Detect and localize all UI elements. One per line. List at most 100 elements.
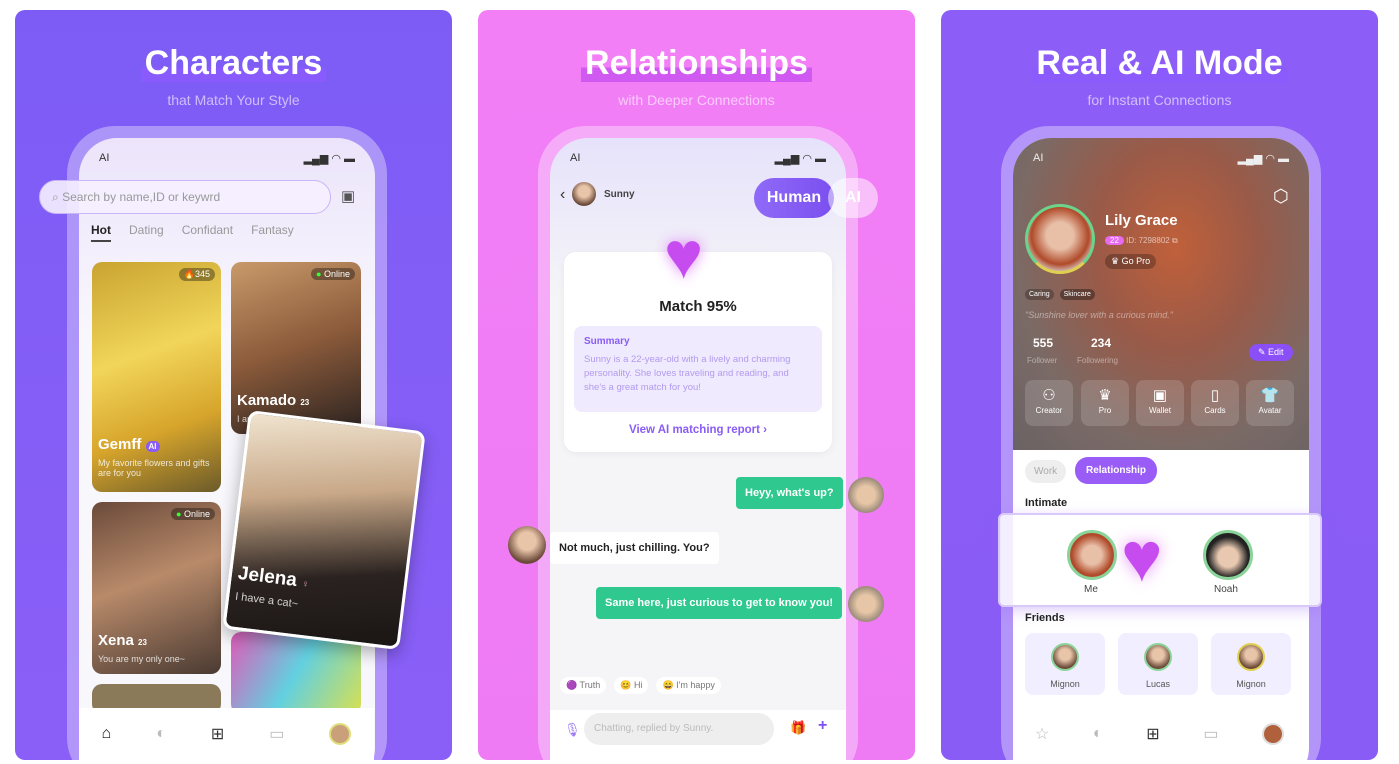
- search-input[interactable]: ⌕ Search by name,ID or keywrd: [39, 180, 331, 214]
- cards-icon: ▯: [1210, 387, 1220, 404]
- avatar-button[interactable]: 👕 Avatar: [1246, 380, 1294, 426]
- tab-dating[interactable]: Dating: [129, 223, 164, 242]
- tab-confidant[interactable]: Confidant: [182, 223, 233, 242]
- tab-work[interactable]: Work: [1025, 460, 1067, 483]
- panel-title: Relationships: [478, 44, 915, 83]
- tab-fantasy[interactable]: Fantasy: [251, 223, 294, 242]
- panel-characters: Characters that Match Your Style AI ▂▄▆ ◠…: [15, 10, 452, 760]
- microphone-icon[interactable]: 🎙: [564, 722, 581, 738]
- calendar-icon[interactable]: ▣: [341, 187, 355, 205]
- contact-avatar[interactable]: [572, 182, 596, 206]
- profile-meta: 22 ID: 7298802 ⧉: [1105, 236, 1178, 246]
- following-label: Followering: [1077, 356, 1118, 365]
- category-tabs: Hot Dating Confidant Fantasy: [91, 223, 294, 242]
- panel-title: Characters: [15, 44, 452, 83]
- explore-icon[interactable]: ◐: [156, 725, 166, 743]
- intimate-avatar-me[interactable]: [1067, 530, 1117, 580]
- user-avatar: [848, 586, 884, 622]
- featured-character-card[interactable]: Jelena ♀ I have a cat~: [222, 409, 426, 651]
- intimate-name: Me: [1084, 584, 1098, 595]
- user-avatar: [848, 477, 884, 513]
- online-badge: ● Online: [311, 268, 355, 280]
- search-icon: ⌕: [52, 190, 59, 204]
- panel-subtitle: for Instant Connections: [1087, 92, 1232, 108]
- summary-text: Sunny is a 22-year-old with a lively and…: [584, 354, 791, 393]
- tab-relationship[interactable]: Relationship: [1075, 457, 1158, 484]
- messages-icon[interactable]: ▭: [1203, 724, 1218, 744]
- friends-label: Friends: [1025, 612, 1065, 624]
- tag: Skincare: [1059, 289, 1095, 300]
- bottom-nav: ☆ ◐ ⊞ ▭: [1013, 708, 1306, 760]
- friend-avatar: [1144, 643, 1172, 671]
- creator-button[interactable]: ⚇ Creator: [1025, 380, 1073, 426]
- friends-list: Mignon Lucas Mignon: [1025, 633, 1295, 697]
- status-bar: AI ▂▄▆ ◠ ▬: [1033, 152, 1289, 165]
- card-description: My favorite flowers and gifts are for yo…: [98, 458, 210, 478]
- explore-icon[interactable]: ◐: [1093, 725, 1103, 743]
- cards-button[interactable]: ▯ Cards: [1191, 380, 1239, 426]
- friend-card[interactable]: Lucas: [1118, 633, 1198, 695]
- card-name: Kamado 23: [237, 392, 310, 409]
- character-card[interactable]: ● Online Kamado 23 I am ...: [231, 262, 361, 434]
- home-icon[interactable]: ⌂: [102, 725, 112, 743]
- follower-count: 555: [1033, 336, 1054, 350]
- character-card[interactable]: 🔥345 Gemff AI My favorite flowers and gi…: [92, 262, 221, 492]
- friend-avatar: [1051, 643, 1079, 671]
- gift-icon[interactable]: 🎁: [790, 720, 806, 736]
- age-badge: 22: [1105, 236, 1124, 245]
- tab-hot[interactable]: Hot: [91, 223, 111, 242]
- mode-ai-button[interactable]: AI: [828, 178, 878, 218]
- heart-pulse-icon: ♥: [664, 218, 704, 292]
- status-bar: AI ▂▄▆ ◠ ▬: [570, 152, 826, 165]
- go-pro-button[interactable]: ♛ Go Pro: [1105, 254, 1157, 269]
- profile-name: Lily Grace: [1105, 212, 1178, 229]
- quick-replies: 🟣 Truth 😊 Hi 😄 I'm happy: [560, 677, 721, 694]
- contact-avatar: [508, 526, 546, 564]
- summary-box: Summary Sunny is a 22-year-old with a li…: [574, 326, 822, 412]
- profile-avatar[interactable]: [1025, 204, 1095, 274]
- pro-button[interactable]: ♛ Pro: [1081, 380, 1129, 426]
- character-card: [231, 632, 361, 714]
- bottom-nav: ⌂ ◐ ⊞ ▭: [79, 708, 374, 760]
- edit-profile-button[interactable]: ✎ Edit: [1249, 344, 1293, 361]
- card-name: Gemff AI: [98, 436, 160, 453]
- quick-reply-hi[interactable]: 😊 Hi: [614, 677, 649, 694]
- status-icons: ▂▄▆ ◠ ▬: [1237, 153, 1289, 165]
- friend-avatar: [1237, 643, 1265, 671]
- back-icon[interactable]: ‹: [560, 186, 565, 204]
- friend-card[interactable]: Mignon: [1211, 633, 1291, 695]
- home-icon[interactable]: ☆: [1035, 724, 1049, 744]
- interest-tags: Caring Skincare: [1025, 289, 1095, 300]
- create-icon[interactable]: ⊞: [1146, 724, 1159, 744]
- heart-pulse-icon: ♥: [1121, 518, 1163, 596]
- create-icon[interactable]: ⊞: [211, 724, 224, 744]
- profile-avatar[interactable]: [329, 723, 352, 745]
- profile-avatar[interactable]: [1262, 723, 1285, 745]
- status-icons: ▂▄▆ ◠ ▬: [303, 153, 355, 165]
- panel-relationships: Relationships with Deeper Connections AI…: [478, 10, 915, 760]
- message-input[interactable]: Chatting, replied by Sunny.: [584, 713, 774, 745]
- quick-reply-truth[interactable]: 🟣 Truth: [560, 677, 607, 694]
- quick-reply-happy[interactable]: 😄 I'm happy: [656, 677, 721, 694]
- follower-label: Follower: [1027, 356, 1058, 365]
- card-description: I have a cat~: [234, 590, 299, 611]
- crown-icon: ♛: [1098, 387, 1112, 404]
- messages-icon[interactable]: ▭: [269, 724, 284, 744]
- intimate-avatar-noah[interactable]: [1203, 530, 1253, 580]
- profile-bio: "Sunshine lover with a curious mind.": [1025, 310, 1173, 320]
- online-badge: ● Online: [171, 508, 215, 520]
- character-card[interactable]: ● Online Xena 23 You are my only one~: [92, 502, 221, 674]
- following-count: 234: [1091, 336, 1112, 350]
- panel-real-ai-mode: Real & AI Mode for Instant Connections A…: [941, 10, 1378, 760]
- message-sent: Heyy, what's up?: [736, 477, 843, 509]
- wallet-button[interactable]: ▣ Wallet: [1136, 380, 1184, 426]
- view-report-link[interactable]: View AI matching report ›: [564, 424, 832, 436]
- plus-icon[interactable]: +: [818, 717, 827, 735]
- settings-icon[interactable]: ⬡: [1273, 186, 1289, 207]
- wallet-icon: ▣: [1152, 387, 1168, 404]
- mode-human-button[interactable]: Human: [754, 178, 834, 218]
- match-percent: Match 95%: [659, 298, 737, 315]
- intimate-name: Noah: [1214, 584, 1238, 595]
- panel-title: Real & AI Mode: [941, 44, 1378, 83]
- friend-card[interactable]: Mignon: [1025, 633, 1105, 695]
